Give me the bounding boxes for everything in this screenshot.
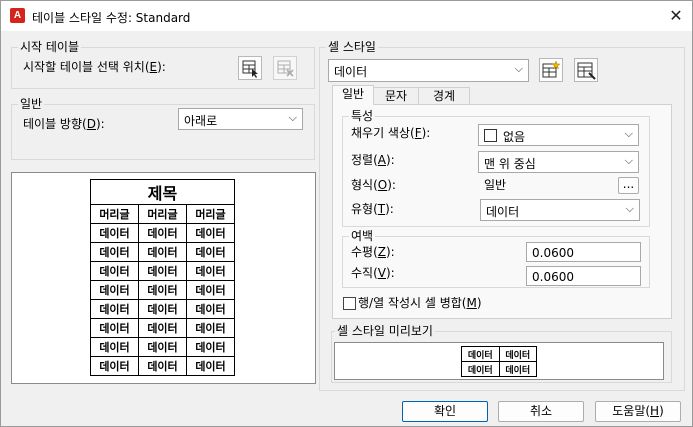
preview-data-cell: 데이터 (138, 280, 187, 300)
preview-data-cell: 데이터 (138, 356, 187, 376)
type-select[interactable]: 데이터 ⌵ (480, 199, 640, 221)
merge-cells-label[interactable]: 행/열 작성시 셀 병합(M) (358, 295, 482, 311)
merge-cells-checkbox[interactable] (343, 297, 356, 310)
horizontal-margin-input[interactable]: 0.0600 (526, 242, 641, 262)
start-table-group-label: 시작 테이블 (18, 40, 82, 54)
preview-data-cell: 데이터 (138, 242, 187, 262)
horizontal-margin-value: 0.0600 (532, 246, 574, 260)
table-select-icon (242, 60, 258, 78)
preview-data-cell: 데이터 (90, 242, 139, 262)
cell-preview-table: 데이터 데이터 데이터 데이터 (461, 346, 537, 377)
fill-color-label: 채우기 색상(F): (351, 126, 431, 140)
preview-header-cell: 머리글 (138, 204, 187, 224)
general-group-label: 일반 (18, 97, 45, 111)
alignment-select[interactable]: 맨 위 중심 ⌵ (478, 151, 639, 173)
preview-data-cell: 데이터 (138, 223, 187, 243)
new-cell-style-button[interactable] (539, 58, 563, 82)
tab-text[interactable]: 문자 (373, 87, 419, 105)
preview-data-cell: 데이터 (90, 223, 139, 243)
table-style-preview: 제목 머리글 머리글 머리글 데이터 데이터 데이터 데이터 데이터 데이터 데이터 데이… (11, 172, 316, 384)
preview-data-cell: 데이터 (90, 299, 139, 319)
format-label: 형식(O): (351, 178, 396, 192)
remove-start-table-button[interactable] (273, 56, 297, 80)
cell-style-preview: 데이터 데이터 데이터 데이터 (334, 342, 664, 380)
preview-header-cell: 머리글 (186, 204, 235, 224)
preview-data-cell: 데이터 (186, 261, 235, 281)
table-direction-label: 테이블 방향(D): (23, 117, 105, 131)
preview-data-cell: 데이터 (138, 261, 187, 281)
manage-cell-styles-icon (577, 62, 596, 80)
fill-color-select[interactable]: 없음 ⌵ (478, 124, 639, 146)
vertical-margin-input[interactable]: 0.0600 (526, 266, 641, 286)
ok-button[interactable]: 확인 (402, 401, 488, 422)
manage-cell-styles-button[interactable] (574, 58, 598, 82)
type-label: 유형(T): (351, 202, 394, 216)
cell-preview-group-label: 셀 스타일 미리보기 (335, 324, 435, 338)
help-button[interactable]: 도움말(H) (595, 401, 681, 422)
cell-preview-cell: 데이터 (498, 361, 537, 377)
properties-group-label: 특성 (349, 109, 376, 123)
cell-styles-group-label: 셀 스타일 (326, 40, 378, 54)
cell-style-value: 데이터 (334, 65, 368, 79)
vertical-margin-value: 0.0600 (532, 270, 574, 284)
preview-table: 제목 머리글 머리글 머리글 데이터 데이터 데이터 데이터 데이터 데이터 데이터 데이… (90, 179, 235, 376)
new-cell-style-icon (542, 60, 561, 78)
chevron-down-icon: ⌵ (514, 62, 523, 75)
cancel-button[interactable]: 취소 (498, 401, 584, 422)
fill-color-value: 없음 (503, 130, 526, 144)
chevron-down-icon: ⌵ (288, 111, 297, 124)
table-remove-icon (277, 60, 294, 77)
vertical-margin-label: 수직(V): (351, 266, 395, 280)
preview-header-cell: 머리글 (90, 204, 139, 224)
autocad-app-icon: A (10, 8, 25, 23)
cell-preview-cell: 데이터 (498, 346, 537, 362)
start-table-select-label: 시작할 테이블 선택 위치(E): (23, 60, 166, 74)
format-value: 일반 (484, 178, 507, 192)
preview-data-cell: 데이터 (90, 337, 139, 357)
table-style-dialog: A 테이블 스타일 수정: Standard ✕ 시작 테이블 시작할 테이블 … (0, 0, 693, 427)
preview-data-cell: 데이터 (90, 261, 139, 281)
preview-data-cell: 데이터 (186, 337, 235, 357)
chevron-down-icon: ⌵ (624, 127, 633, 140)
cell-style-select[interactable]: 데이터 ⌵ (328, 59, 529, 82)
preview-data-cell: 데이터 (186, 356, 235, 376)
dialog-title: 테이블 스타일 수정: Standard (32, 11, 191, 25)
close-icon: ✕ (669, 6, 683, 25)
type-value: 데이터 (486, 205, 520, 219)
cell-preview-cell: 데이터 (461, 361, 500, 377)
select-table-button[interactable] (238, 56, 262, 80)
chevron-down-icon: ⌵ (625, 202, 634, 215)
preview-data-cell: 데이터 (186, 223, 235, 243)
preview-data-cell: 데이터 (138, 337, 187, 357)
chevron-down-icon: ⌵ (624, 154, 633, 167)
preview-data-cell: 데이터 (138, 299, 187, 319)
horizontal-margin-label: 수평(Z): (351, 245, 395, 259)
preview-data-cell: 데이터 (186, 242, 235, 262)
tab-general[interactable]: 일반 (332, 85, 374, 105)
cell-preview-cell: 데이터 (461, 346, 500, 362)
color-swatch (484, 129, 497, 142)
preview-data-cell: 데이터 (90, 318, 139, 338)
preview-title-cell: 제목 (90, 179, 235, 205)
margins-group-label: 여백 (349, 229, 376, 243)
preview-data-cell: 데이터 (186, 280, 235, 300)
table-direction-value: 아래로 (184, 114, 218, 128)
preview-data-cell: 데이터 (90, 356, 139, 376)
preview-data-cell: 데이터 (138, 318, 187, 338)
preview-data-cell: 데이터 (90, 280, 139, 300)
alignment-label: 정렬(A): (351, 153, 395, 167)
tab-borders[interactable]: 경계 (418, 87, 470, 105)
format-browse-button[interactable]: ... (618, 177, 639, 194)
alignment-value: 맨 위 중심 (484, 157, 536, 171)
table-direction-select[interactable]: 아래로 ⌵ (178, 108, 303, 130)
preview-data-cell: 데이터 (186, 299, 235, 319)
close-button[interactable]: ✕ (665, 6, 687, 26)
preview-data-cell: 데이터 (186, 318, 235, 338)
